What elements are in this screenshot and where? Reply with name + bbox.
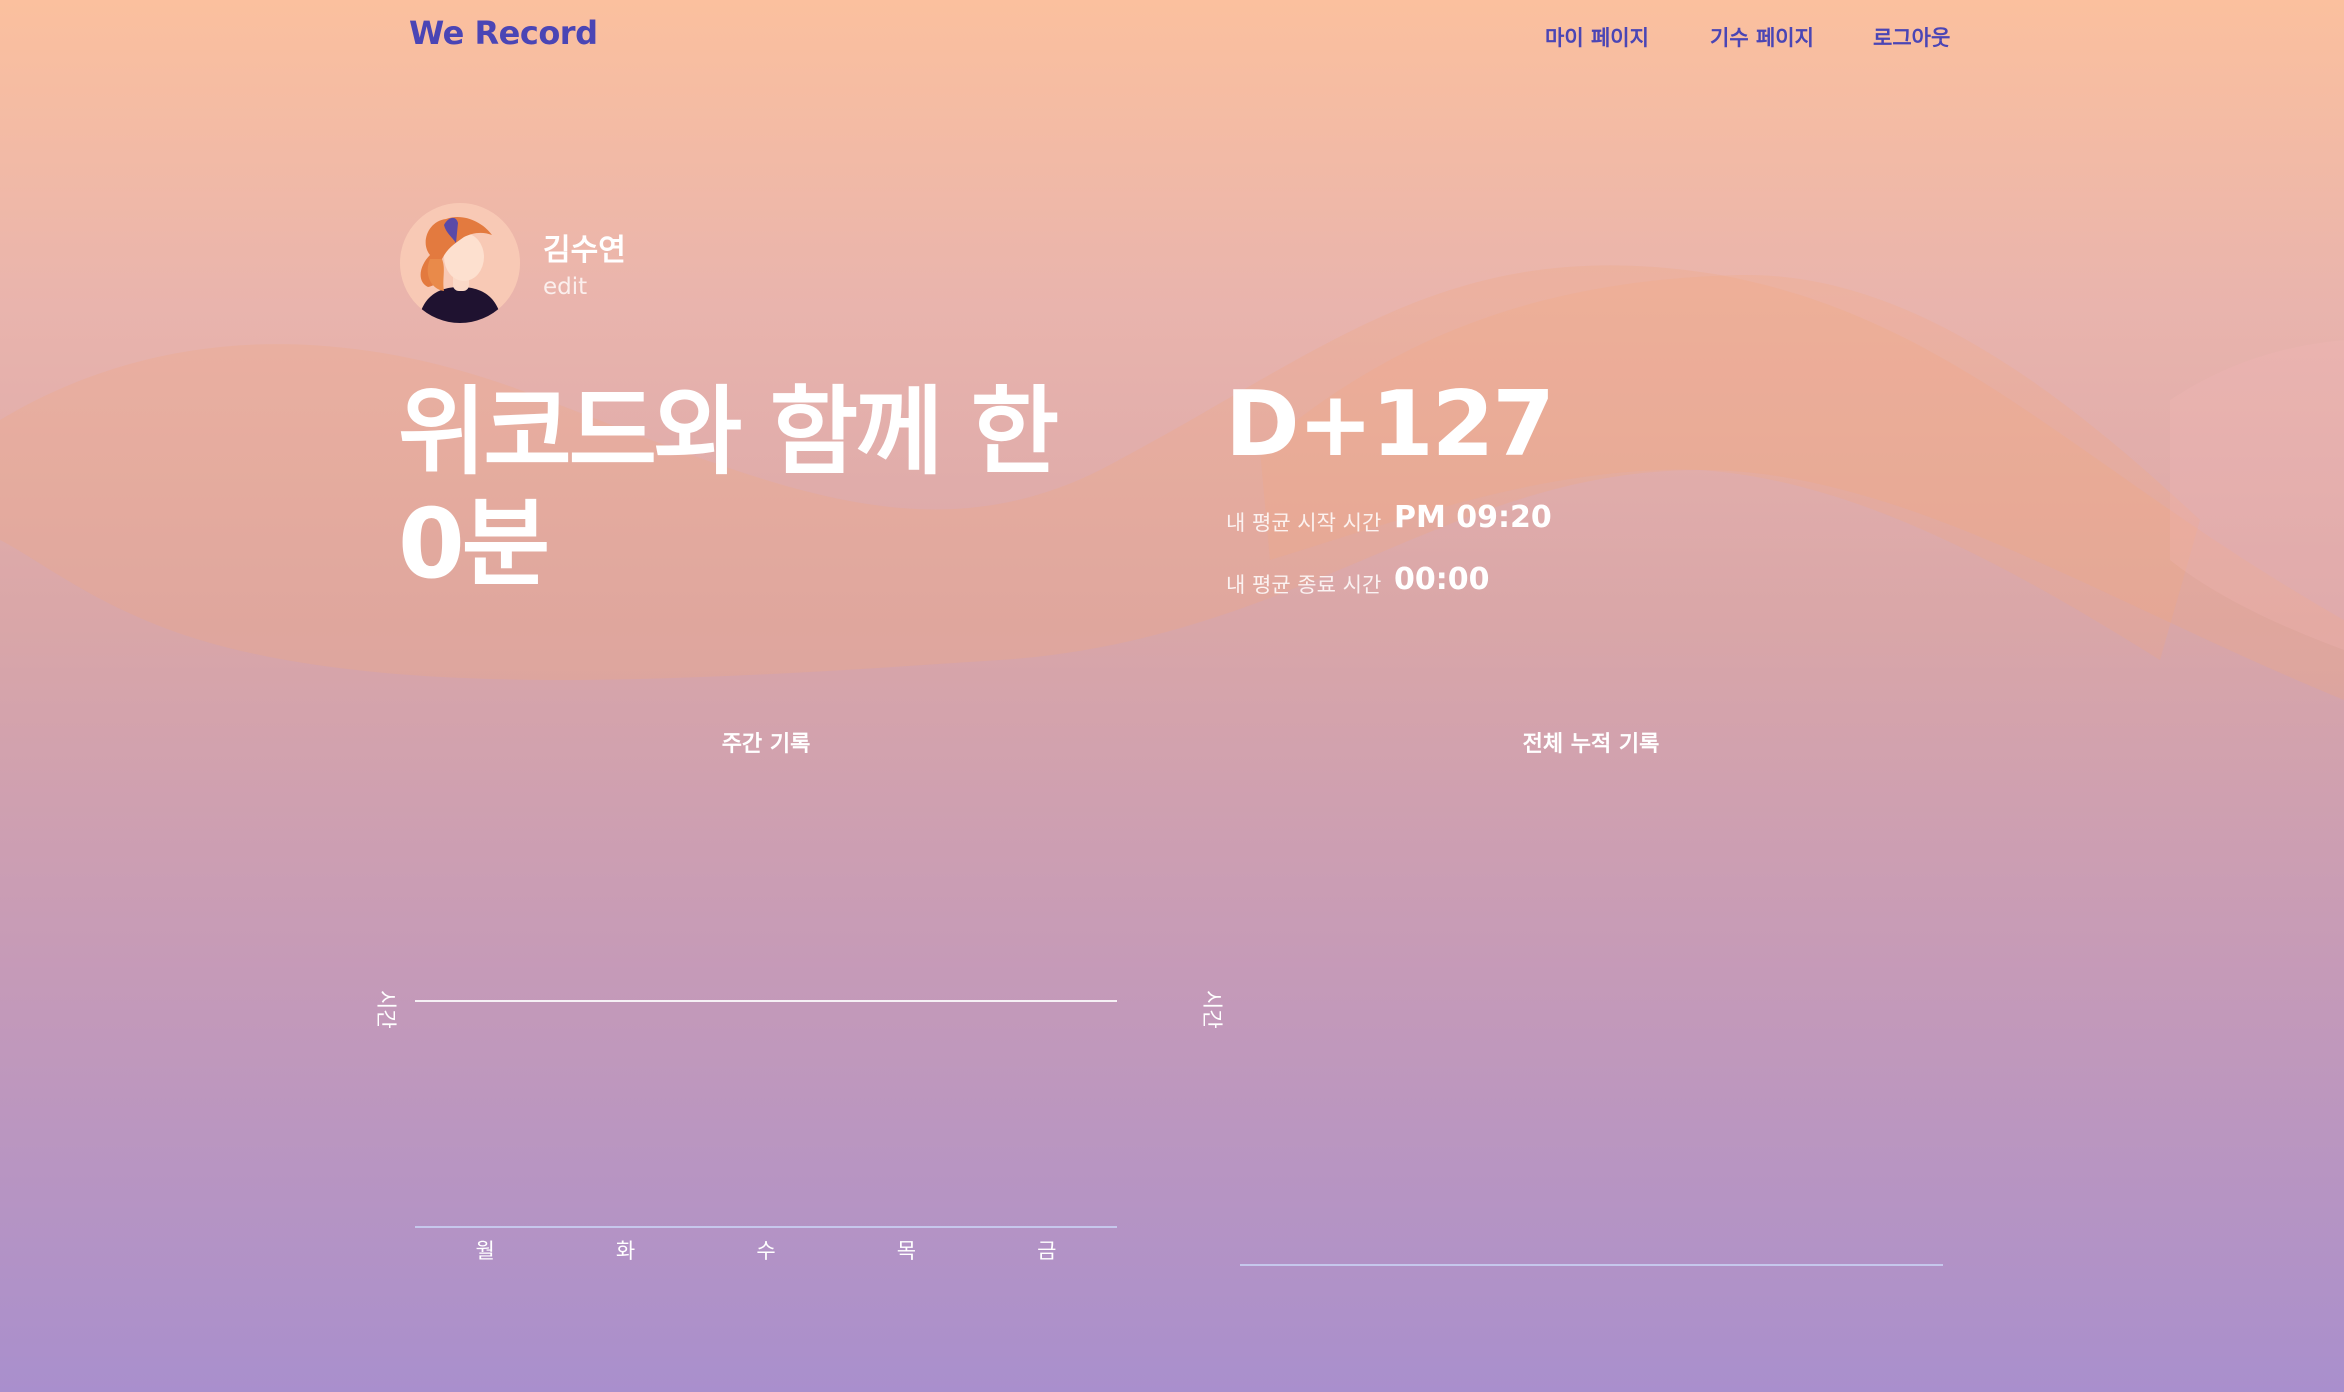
total-chart-ylabel: 시간 bbox=[1200, 990, 1224, 1029]
total-time-headline: 위코드와 함께 한 0분 bbox=[398, 376, 1059, 600]
total-chart-x-axis bbox=[1240, 1264, 1943, 1266]
weekly-chart-gridline bbox=[415, 1000, 1117, 1002]
weekly-chart-tick-label: 수 bbox=[756, 1239, 776, 1263]
nav-my-page[interactable]: 마이 페이지 bbox=[1545, 22, 1649, 52]
background-waves bbox=[0, 265, 2344, 700]
weekly-chart-ylabel: 시간 bbox=[374, 990, 398, 1029]
dday-counter: D+127 bbox=[1225, 372, 1555, 477]
avg-start-label: 내 평균 시작 시간 bbox=[1226, 511, 1382, 535]
edit-profile-link[interactable]: edit bbox=[543, 274, 587, 300]
nav-logout[interactable]: 로그아웃 bbox=[1873, 22, 1950, 52]
weekly-chart-x-axis bbox=[415, 1226, 1117, 1228]
weekly-chart-title: 주간 기록 bbox=[721, 732, 811, 757]
weekly-chart-tick-label: 화 bbox=[615, 1239, 636, 1263]
avg-end-value: 00:00 bbox=[1394, 562, 1490, 597]
headline-line-2: 0분 bbox=[398, 488, 550, 600]
weekly-chart-tick-label: 목 bbox=[896, 1239, 917, 1263]
avatar bbox=[400, 203, 520, 323]
total-chart-title: 전체 누적 기록 bbox=[1522, 732, 1660, 757]
user-name: 김수연 bbox=[543, 233, 626, 268]
weekly-chart-tick-label: 월 bbox=[475, 1239, 495, 1263]
avg-start-value: PM 09:20 bbox=[1394, 500, 1552, 535]
nav-generation-page[interactable]: 기수 페이지 bbox=[1710, 22, 1814, 52]
brand-logo[interactable]: We Record bbox=[409, 14, 598, 52]
avg-end-label: 내 평균 종료 시간 bbox=[1226, 573, 1382, 597]
headline-line-1: 위코드와 함께 한 bbox=[398, 376, 1059, 488]
weekly-chart-tick-label: 금 bbox=[1037, 1239, 1057, 1263]
avatar-illustration-icon bbox=[400, 203, 520, 323]
